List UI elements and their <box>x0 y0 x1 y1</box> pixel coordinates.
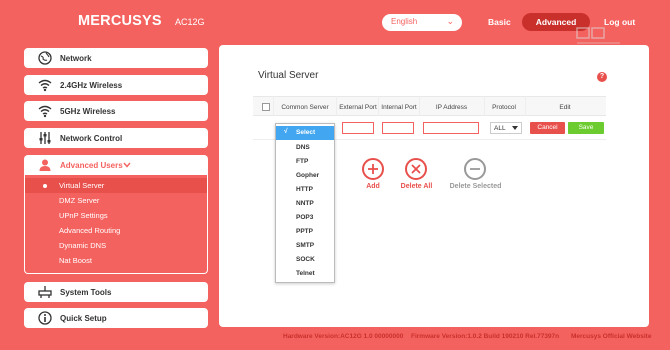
dropdown-option[interactable]: PPTP <box>276 225 334 239</box>
page-title: Virtual Server <box>258 70 319 81</box>
dropdown-option[interactable]: Gopher <box>276 169 334 183</box>
language-value: English <box>391 17 418 26</box>
protocol-select[interactable]: ALL <box>490 122 522 134</box>
column-header: Common Server <box>281 104 329 111</box>
sliders-icon <box>39 132 51 144</box>
protocol-value: ALL <box>494 125 506 132</box>
dropdown-option[interactable]: POP3 <box>276 211 334 225</box>
add-icon[interactable] <box>362 158 384 180</box>
delete-selected-icon[interactable] <box>464 158 486 180</box>
advanced-users-submenu: Virtual Server DMZ Server UPnP Settings … <box>24 178 208 272</box>
delete-selected-button[interactable]: Delete Selected <box>443 183 508 190</box>
globe-icon <box>38 51 52 65</box>
sidebar-item-label: Quick Setup <box>60 314 107 323</box>
sidebar-item-24ghz-wireless[interactable]: 2.4GHz Wireless <box>24 75 208 95</box>
info-icon <box>38 311 52 325</box>
select-all-checkbox[interactable] <box>262 103 270 111</box>
help-icon[interactable]: ? <box>597 72 607 82</box>
table-header: Common Server External Port Internal Por… <box>253 96 606 116</box>
model-name: AC12G <box>175 17 205 27</box>
language-select[interactable]: English ⌄ <box>382 14 462 31</box>
chevron-down-icon: ⌄ <box>446 16 454 26</box>
sidebar-item-label: 2.4GHz Wireless <box>60 81 123 90</box>
common-server-dropdown[interactable]: √ Select DNS FTP Gopher HTTP NNTP POP3 P… <box>275 123 335 283</box>
column-header: Protocol <box>492 104 516 111</box>
sidebar-item-label: 5GHz Wireless <box>60 107 116 116</box>
column-header: External Port <box>339 104 377 111</box>
check-icon: √ <box>284 128 288 135</box>
delete-all-icon[interactable] <box>405 158 427 180</box>
dropdown-option[interactable]: NNTP <box>276 197 334 211</box>
sidebar-item-system-tools[interactable]: System Tools <box>24 282 208 302</box>
chevron-down-icon <box>123 162 131 168</box>
wifi-icon <box>38 105 52 118</box>
save-button[interactable]: Save <box>568 122 604 134</box>
add-button[interactable]: Add <box>358 183 388 190</box>
sidebar-item-label: Network Control <box>60 134 123 143</box>
submenu-item-nat-boost[interactable]: Nat Boost <box>24 253 208 268</box>
official-website-link[interactable]: Mercusys Official Website <box>571 333 651 340</box>
dropdown-option[interactable]: SOCK <box>276 253 334 267</box>
delete-all-button[interactable]: Delete All <box>394 183 439 190</box>
firmware-version: Firmware Version:1.0.2 Build 190210 Rel.… <box>411 333 560 340</box>
sidebar-item-network[interactable]: Network <box>24 48 208 68</box>
caret-down-icon <box>512 126 518 130</box>
column-header: Edit <box>559 104 571 111</box>
sidebar-item-quick-setup[interactable]: Quick Setup <box>24 308 208 328</box>
external-port-input[interactable] <box>342 122 374 134</box>
sidebar-item-label: Network <box>60 54 92 63</box>
submenu-item-advanced-routing[interactable]: Advanced Routing <box>24 223 208 238</box>
dropdown-option[interactable]: Telnet <box>276 267 334 281</box>
dropdown-option[interactable]: SMTP <box>276 239 334 253</box>
sidebar-item-network-control[interactable]: Network Control <box>24 128 208 148</box>
submenu-item-dynamic-dns[interactable]: Dynamic DNS <box>24 238 208 253</box>
column-header: Internal Port <box>381 104 417 111</box>
dropdown-option-selected[interactable]: √ Select <box>276 126 334 140</box>
tools-icon <box>38 286 52 298</box>
sidebar-item-label: Advanced Users <box>60 161 123 170</box>
submenu-item-dmz-server[interactable]: DMZ Server <box>24 193 208 208</box>
column-header: IP Address <box>435 104 468 111</box>
sidebar-item-5ghz-wireless[interactable]: 5GHz Wireless <box>24 101 208 121</box>
sidebar-item-advanced-users[interactable]: Advanced Users <box>24 155 208 175</box>
brand-logo: MERCUSYS <box>78 13 162 29</box>
submenu-item-virtual-server[interactable]: Virtual Server <box>24 178 208 193</box>
cancel-button[interactable]: Cancel <box>530 122 565 134</box>
dropdown-option[interactable]: DNS <box>276 141 334 155</box>
internal-port-input[interactable] <box>382 122 414 134</box>
user-icon <box>39 159 51 171</box>
dropdown-option[interactable]: HTTP <box>276 183 334 197</box>
ip-address-input[interactable] <box>423 122 479 134</box>
dropdown-option[interactable]: FTP <box>276 155 334 169</box>
nav-basic[interactable]: Basic <box>488 17 511 27</box>
sidebar-item-label: System Tools <box>60 288 112 297</box>
hardware-version: Hardware Version:AC12G 1.0 00000000 <box>283 333 404 340</box>
wifi-icon <box>38 79 52 92</box>
submenu-item-upnp-settings[interactable]: UPnP Settings <box>24 208 208 223</box>
